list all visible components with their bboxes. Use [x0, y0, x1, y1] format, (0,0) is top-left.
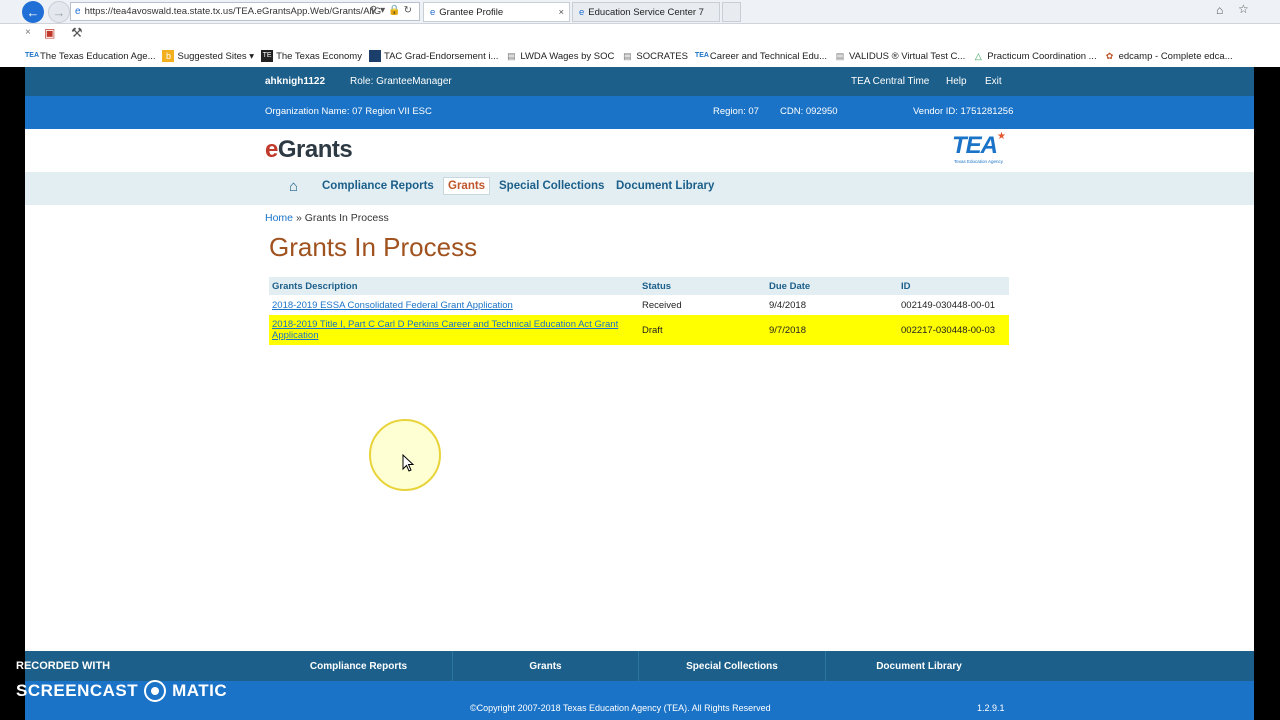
- status-cell: Received: [642, 299, 682, 311]
- favorite-link[interactable]: ▤ VALIDUS ® Virtual Test C...: [834, 50, 966, 62]
- ie-icon: e: [579, 6, 585, 18]
- address-bar[interactable]: e https://tea4avoswald.tea.state.tx.us/T…: [70, 2, 420, 21]
- tab-label: Grantee Profile: [439, 6, 504, 18]
- close-icon[interactable]: ×: [25, 27, 31, 38]
- favorite-link[interactable]: b Suggested Sites ▾: [162, 50, 254, 62]
- header-due-date[interactable]: Due Date: [766, 277, 898, 295]
- ie-icon: e: [75, 6, 81, 17]
- help-link[interactable]: Help: [946, 76, 967, 87]
- browser-tab-bar: ← → e https://tea4avoswald.tea.state.tx.…: [0, 0, 1280, 24]
- nav-special-collections[interactable]: Special Collections: [499, 180, 604, 192]
- favorite-link[interactable]: TEA The Texas Education Age...: [25, 50, 155, 62]
- nav-document-library[interactable]: Document Library: [616, 180, 714, 192]
- table-row-highlighted: 2018-2019 Title I, Part C Carl D Perkins…: [269, 315, 1009, 345]
- footer-navigation: Compliance Reports Grants Special Collec…: [25, 651, 1254, 681]
- table-header-row: Grants Description Status Due Date ID: [269, 277, 1009, 295]
- favorite-link[interactable]: TE The Texas Economy: [261, 50, 362, 62]
- tac-icon: [368, 50, 381, 62]
- breadcrumb: Home » Grants In Process: [265, 212, 389, 224]
- star-icon: ★: [997, 131, 1006, 142]
- snagit-icon[interactable]: ▣: [44, 26, 55, 40]
- close-tab-icon[interactable]: ×: [558, 7, 564, 18]
- grant-description-cell: 2018-2019 Title I, Part C Carl D Perkins…: [269, 315, 639, 345]
- nav-compliance-reports[interactable]: Compliance Reports: [322, 180, 434, 192]
- breadcrumb-current: Grants In Process: [304, 212, 389, 224]
- user-role: Role: GranteeManager: [350, 76, 452, 87]
- header-status[interactable]: Status: [639, 277, 766, 295]
- address-url: https://tea4avoswald.tea.state.tx.us/TEA…: [84, 6, 382, 17]
- organization-name: Organization Name: 07 Region VII ESC: [265, 106, 432, 117]
- cdn: CDN: 092950: [780, 106, 838, 117]
- tab-label: Education Service Center 7: [588, 6, 704, 18]
- grant-link[interactable]: 2018-2019 ESSA Consolidated Federal Gran…: [272, 300, 513, 311]
- record-icon: [144, 680, 167, 702]
- footer-compliance-reports[interactable]: Compliance Reports: [265, 651, 453, 681]
- breadcrumb-separator: »: [295, 212, 302, 224]
- tab-education-service-center[interactable]: e Education Service Center 7: [572, 2, 720, 22]
- browser-toolbar-row: × ▣ ⚒: [0, 24, 1280, 44]
- home-icon[interactable]: ⌂: [289, 178, 298, 195]
- breadcrumb-home[interactable]: Home: [265, 212, 293, 224]
- mouse-pointer-icon: [402, 454, 414, 472]
- page-icon: ▤: [507, 51, 516, 61]
- central-time-link[interactable]: TEA Central Time: [851, 76, 929, 87]
- due-date-cell: 9/4/2018: [769, 299, 806, 311]
- egrants-logo[interactable]: eGrants: [265, 136, 353, 164]
- grants-table: Grants Description Status Due Date ID 20…: [269, 277, 1009, 345]
- edcamp-icon: ✿: [1105, 51, 1114, 61]
- status-cell: Draft: [639, 315, 766, 345]
- footer-special-collections[interactable]: Special Collections: [639, 651, 826, 681]
- screencast-o-matic-watermark: SCREENCAST MATIC: [16, 680, 228, 702]
- header-id[interactable]: ID: [898, 277, 1009, 295]
- header-description[interactable]: Grants Description: [269, 277, 639, 295]
- address-tools-icons[interactable]: ⚲▾🔒↻: [370, 5, 415, 16]
- due-date-cell: 9/7/2018: [766, 315, 898, 345]
- tea-icon: TEA: [694, 52, 709, 59]
- copyright: ©Copyright 2007-2018 Texas Education Age…: [470, 703, 771, 713]
- grant-description-cell: 2018-2019 ESSA Consolidated Federal Gran…: [269, 295, 639, 315]
- version: 1.2.9.1: [977, 703, 1005, 713]
- back-button[interactable]: ←: [22, 1, 44, 23]
- home-icon[interactable]: ⌂: [1216, 3, 1223, 17]
- exit-link[interactable]: Exit: [985, 76, 1002, 87]
- forward-button[interactable]: →: [48, 1, 70, 23]
- new-tab-button[interactable]: [722, 2, 741, 22]
- id-cell: 002149-030448-00-01: [901, 299, 996, 311]
- organization-bar: Organization Name: 07 Region VII ESC Reg…: [25, 96, 1254, 129]
- watermark-recorded-with: RECORDED WITH: [16, 660, 111, 672]
- favorites-star-icon[interactable]: ☆: [1238, 2, 1249, 16]
- grant-link[interactable]: 2018-2019 Title I, Part C Carl D Perkins…: [272, 319, 618, 341]
- user-bar: ahknigh1122 Role: GranteeManager TEA Cen…: [25, 67, 1254, 96]
- screen: ← → e https://tea4avoswald.tea.state.tx.…: [0, 0, 1280, 720]
- favorite-link[interactable]: ▤ SOCRATES: [621, 50, 688, 62]
- table-row: 2018-2019 ESSA Consolidated Federal Gran…: [269, 295, 1009, 315]
- favorite-link[interactable]: ✿ edcamp - Complete edca...: [1104, 50, 1233, 62]
- page-icon: ▤: [835, 51, 845, 61]
- footer-document-library[interactable]: Document Library: [826, 651, 1012, 681]
- web-page: ahknigh1122 Role: GranteeManager TEA Cen…: [25, 67, 1254, 720]
- tea-icon: TEA: [25, 52, 39, 59]
- tools-wrench-icon[interactable]: ⚒: [71, 25, 83, 41]
- vendor-id: Vendor ID: 1751281256: [913, 106, 1014, 117]
- tab-grantee-profile[interactable]: e Grantee Profile ×: [423, 2, 570, 22]
- tea-logo[interactable]: TEA ★ Texas Education Agency: [952, 131, 1014, 167]
- favorite-link[interactable]: TAC Grad-Endorsement i...: [368, 50, 498, 62]
- main-navigation: ⌂ Compliance Reports Grants Special Coll…: [25, 172, 1254, 205]
- username: ahknigh1122: [265, 76, 326, 87]
- nav-grants[interactable]: Grants: [443, 177, 491, 195]
- bing-icon: b: [162, 50, 175, 62]
- id-cell: 002217-030448-00-03: [898, 315, 1009, 345]
- browser-chrome: ← → e https://tea4avoswald.tea.state.tx.…: [0, 0, 1280, 67]
- favorite-link[interactable]: TEA Career and Technical Edu...: [695, 50, 827, 62]
- favorite-link[interactable]: △ Practicum Coordination ...: [972, 50, 1097, 62]
- footer-grants[interactable]: Grants: [453, 651, 639, 681]
- te-icon: TE: [261, 50, 274, 62]
- favorites-bar: TEA The Texas Education Age... b Suggested…: [25, 46, 1255, 66]
- favorite-link[interactable]: ▤ LWDA Wages by SOC: [505, 50, 614, 62]
- ie-icon: e: [430, 6, 436, 18]
- drive-icon: △: [974, 51, 982, 61]
- region: Region: 07: [713, 106, 759, 117]
- page-title: Grants In Process: [269, 232, 478, 262]
- page-icon: ▤: [623, 51, 632, 61]
